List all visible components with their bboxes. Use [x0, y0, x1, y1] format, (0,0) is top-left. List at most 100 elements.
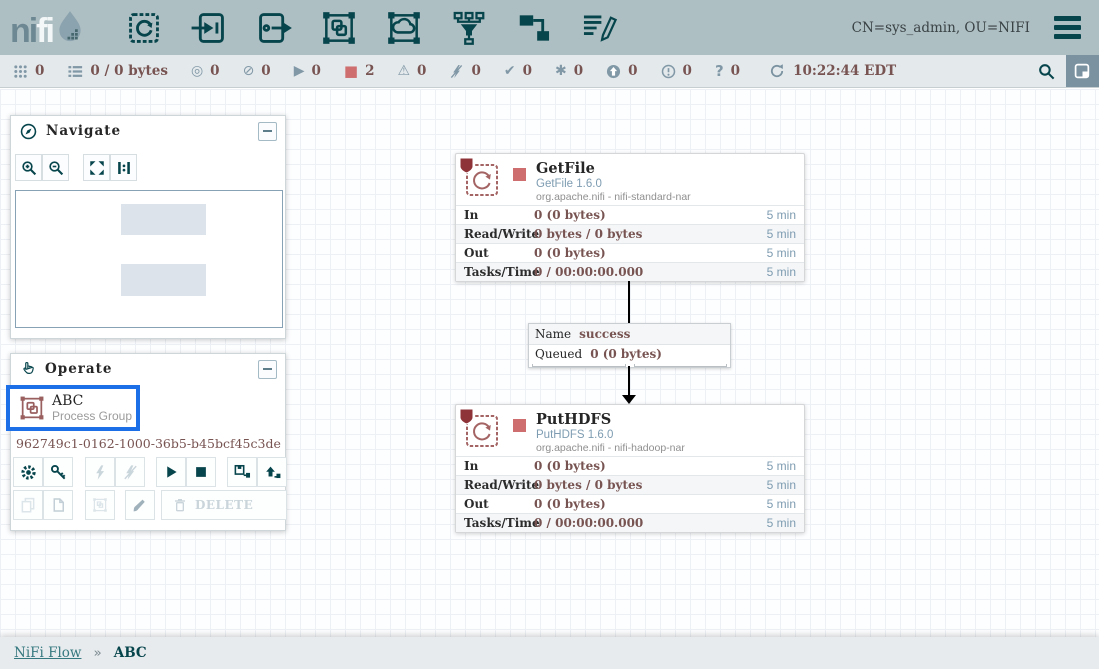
label-component-icon[interactable] [578, 7, 620, 49]
header-toolbar: nifi [0, 0, 1099, 55]
stat-row-readwrite: Read/Write 0 bytes / 0 bytes 5 min [456, 224, 804, 243]
status-queued: 0 / 0 bytes [67, 63, 168, 79]
breadcrumb-root-link[interactable]: NiFi Flow [14, 645, 81, 661]
connection-name-value: success [579, 327, 630, 341]
start-button[interactable] [156, 457, 186, 487]
user-identity: CN=sys_admin, OU=NIFI [852, 20, 1030, 36]
minimap-processor-rect [121, 264, 206, 296]
zoom-actual-size-button[interactable] [110, 154, 137, 181]
navigate-panel: Navigate [10, 115, 286, 339]
processor-getfile[interactable]: GetFile GetFile 1.6.0 org.apache.nifi - … [455, 153, 805, 282]
disabled-bolt-icon [449, 64, 464, 79]
processor-version: GetFile 1.6.0 [536, 177, 691, 191]
nifi-droplet-icon [53, 9, 85, 48]
processor-component-icon[interactable] [123, 7, 165, 49]
running-icon: ▶ [294, 64, 305, 78]
process-group-icon [18, 394, 46, 422]
compass-icon [19, 122, 38, 141]
status-stale: 0 [606, 63, 637, 79]
stale-up-arrow-icon [606, 64, 621, 79]
refresh-icon [769, 63, 785, 79]
delete-button[interactable]: DELETE [161, 490, 287, 520]
breadcrumb-current: ABC [114, 645, 147, 661]
search-button[interactable] [1026, 55, 1066, 87]
status-locally-modified-stale: 0 [661, 63, 692, 79]
stat-row-out: Out 0 (0 bytes) 5 min [456, 494, 804, 513]
hand-pointer-icon [19, 360, 37, 378]
status-disabled: 0 [449, 63, 480, 79]
status-active-threads: 0 [13, 63, 44, 79]
process-group-component-icon[interactable] [318, 7, 360, 49]
remote-process-group-component-icon[interactable] [383, 7, 425, 49]
global-menu-icon[interactable] [1050, 12, 1085, 43]
connection-line[interactable] [628, 366, 630, 396]
selected-component-id: 962749c1-0162-1000-36b5-b45bcf45c3de [16, 436, 281, 451]
breadcrumb-separator: » [93, 645, 101, 661]
status-invalid: ⚠ 0 [397, 63, 426, 79]
flow-canvas[interactable]: Navigate [0, 89, 1099, 637]
logo-text-fi: fi [36, 14, 53, 48]
zoom-out-button[interactable] [42, 154, 69, 181]
disable-button[interactable] [115, 457, 145, 487]
funnel-component-icon[interactable] [448, 7, 490, 49]
active-threads-icon [13, 64, 28, 79]
modified-stale-exclamation-icon [661, 64, 676, 79]
configuration-button[interactable] [13, 457, 43, 487]
not-transmitting-icon: ⊘ [243, 64, 255, 78]
connection-arrowhead-icon [622, 395, 636, 404]
locally-modified-asterisk-icon: ✱ [555, 64, 567, 78]
birdseye-minimap[interactable] [15, 190, 283, 328]
connection-label[interactable]: Name success Queued 0 (0 bytes) [528, 323, 731, 368]
stop-button[interactable] [186, 457, 216, 487]
panel-toggle-button[interactable] [1066, 55, 1099, 87]
upload-template-button[interactable] [257, 457, 287, 487]
processor-bundle: org.apache.nifi - nifi-hadoop-nar [536, 442, 685, 455]
trash-icon [172, 497, 188, 513]
component-toolbar [123, 7, 620, 49]
navigate-title: Navigate [46, 123, 250, 139]
operate-collapse-button[interactable] [258, 360, 277, 379]
stopped-state-square [513, 168, 526, 181]
fill-color-brush-button[interactable] [125, 490, 155, 520]
nifi-logo: nifi [10, 8, 85, 48]
stat-row-in: In 0 (0 bytes) 5 min [456, 456, 804, 475]
refresh-control[interactable]: 10:22:44 EDT [769, 63, 896, 79]
status-bar: 0 0 / 0 bytes ◎ 0 ⊘ 0 ▶ 0 ■ 2 [0, 55, 1099, 88]
invalid-warning-icon: ⚠ [397, 64, 410, 78]
enable-button[interactable] [85, 457, 115, 487]
restricted-shield-icon [459, 408, 474, 425]
selected-type: Process Group [52, 409, 132, 423]
zoom-fit-button[interactable] [83, 154, 110, 181]
sync-failure-question-icon: ? [715, 64, 724, 79]
connection-queued-value: 0 (0 bytes) [590, 347, 662, 361]
copy-button[interactable] [13, 490, 43, 520]
restricted-shield-icon [459, 157, 474, 174]
input-port-component-icon[interactable] [188, 7, 230, 49]
status-not-transmitting: ⊘ 0 [243, 63, 271, 79]
up-to-date-check-icon: ✔ [504, 64, 516, 78]
access-policies-key-button[interactable] [43, 457, 73, 487]
stat-row-in: In 0 (0 bytes) 5 min [456, 205, 804, 224]
stopped-state-square [513, 419, 526, 432]
group-button[interactable] [85, 490, 115, 520]
operate-panel: Operate ABC Process Group 962 [10, 353, 286, 531]
paste-button[interactable] [43, 490, 73, 520]
connection-name-label: Name [535, 327, 571, 341]
status-sync-failure: ? 0 [715, 63, 740, 79]
processor-puthdfs[interactable]: PutHDFS PutHDFS 1.6.0 org.apache.nifi - … [455, 404, 805, 533]
connection-queued-label: Queued [535, 347, 582, 361]
selected-name: ABC [52, 393, 132, 409]
zoom-in-button[interactable] [15, 154, 42, 181]
stat-row-tasks: Tasks/Time 0 / 00:00:00.000 5 min [456, 513, 804, 532]
queued-list-icon [67, 64, 83, 79]
connection-line[interactable] [628, 281, 630, 323]
processor-bundle: org.apache.nifi - nifi-standard-nar [536, 191, 691, 204]
create-template-button[interactable] [227, 457, 257, 487]
navigate-collapse-button[interactable] [258, 122, 277, 141]
processor-version: PutHDFS 1.6.0 [536, 428, 685, 442]
logo-text-ni: ni [10, 14, 36, 48]
template-component-icon[interactable] [513, 7, 555, 49]
selected-process-group-card[interactable]: ABC Process Group [6, 385, 140, 431]
output-port-component-icon[interactable] [253, 7, 295, 49]
operate-title: Operate [45, 361, 250, 377]
